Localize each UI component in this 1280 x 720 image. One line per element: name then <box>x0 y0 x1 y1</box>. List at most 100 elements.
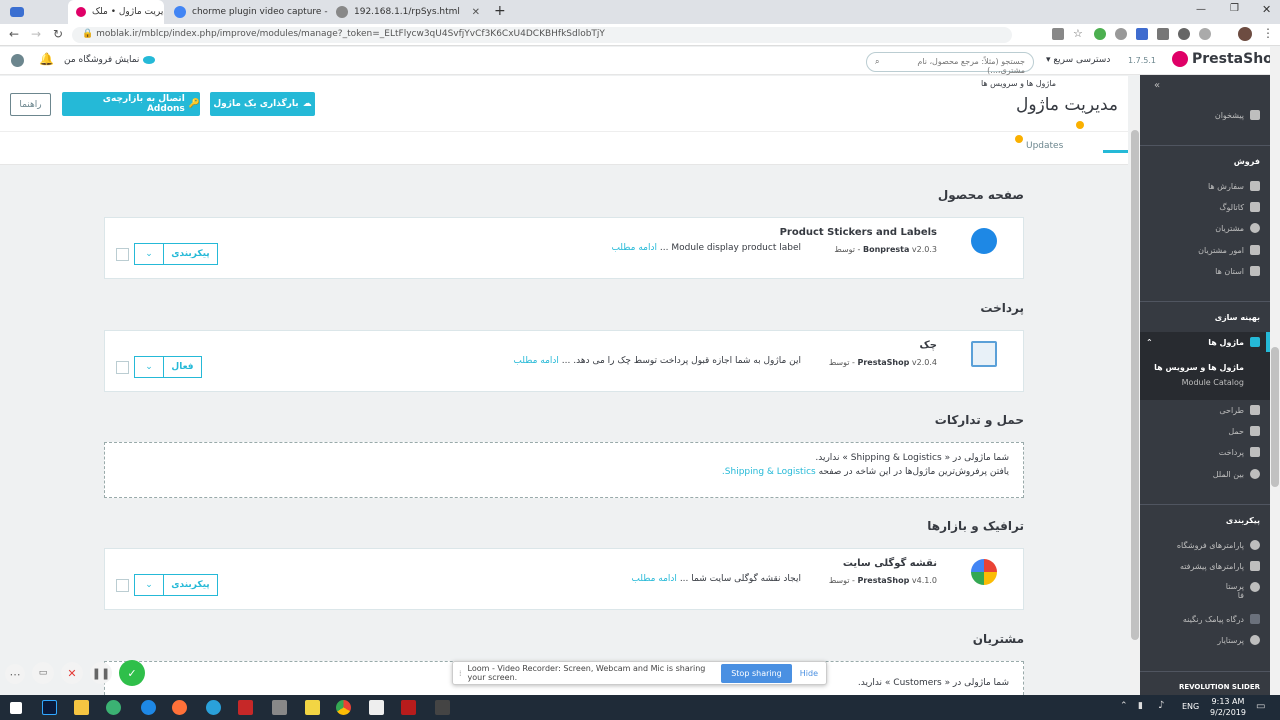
search-icon[interactable]: ⌕ <box>875 57 879 67</box>
app-icon[interactable] <box>272 700 287 715</box>
extension-cloud-icon[interactable] <box>1115 28 1127 40</box>
translate-icon[interactable] <box>1052 28 1064 40</box>
close-tab-icon[interactable]: ✕ <box>472 7 480 18</box>
sidebar-item-customers[interactable]: مشتریان <box>1140 223 1260 233</box>
close-window-icon[interactable]: ✕ <box>1262 3 1271 16</box>
loom-cancel-button[interactable]: ✕ <box>61 662 83 684</box>
sidebar-item-shipping[interactable]: حمل <box>1140 426 1260 436</box>
reload-icon[interactable]: ↻ <box>53 27 63 41</box>
photoshop-icon[interactable] <box>42 700 57 715</box>
collapse-sidebar-icon[interactable]: « <box>1154 80 1160 91</box>
app-icon[interactable] <box>238 700 253 715</box>
user-icon[interactable] <box>11 54 24 67</box>
browser-tab-active[interactable]: مدیریت ماژول • ملک ✕ <box>68 0 164 24</box>
sidebar-item-design[interactable]: طراحی <box>1140 405 1260 415</box>
page-scrollbar-thumb[interactable] <box>1271 347 1279 487</box>
tray-chevron-icon[interactable]: ⌃ <box>1120 701 1128 711</box>
clock[interactable]: 9:13 AM 9/2/2019 <box>1208 696 1248 718</box>
read-more-link[interactable]: ادامه مطلب <box>631 574 677 584</box>
sidebar-item-modules[interactable]: ⌃ ماژول ها <box>1140 337 1260 347</box>
forward-icon[interactable]: → <box>31 27 41 41</box>
notifications-icon[interactable]: ▭ <box>1256 701 1265 712</box>
app-icon[interactable] <box>435 700 450 715</box>
sidebar-item-dashboard[interactable]: پیشخوان <box>1140 110 1260 120</box>
loom-pause-button[interactable]: ❚❚ <box>90 662 112 684</box>
sidebar-item-states[interactable]: استان ها <box>1140 266 1260 276</box>
file-icon[interactable] <box>369 700 384 715</box>
sidebar-item-revolution-slider[interactable]: REVOLUTION SLIDER <box>1179 683 1260 691</box>
browser-tab[interactable]: chorme plugin video capture - G ✕ <box>166 0 328 24</box>
read-more-link[interactable]: ادامه مطلب <box>513 356 559 366</box>
browser-tab[interactable]: 192.168.1.1/rpSys.html ✕ <box>328 0 488 24</box>
firefox-icon[interactable] <box>172 700 187 715</box>
sidebar-item-customer-service[interactable]: امور مشتریان <box>1140 245 1260 255</box>
app-icon[interactable] <box>401 700 416 715</box>
sidebar-item-sms-gateway[interactable]: درگاه پیامک رنگینه <box>1140 614 1260 624</box>
sidebar-subitem-module-catalog[interactable]: Module Catalog <box>1124 378 1244 387</box>
tab-updates[interactable]: Updates <box>1026 141 1063 151</box>
new-tab-button[interactable]: + <box>494 3 506 19</box>
read-more-link[interactable]: ادامه مطلب <box>611 243 657 253</box>
chevron-down-icon[interactable]: ⌄ <box>134 243 164 265</box>
url-input[interactable]: 🔒 moblak.ir/mblcp/index.php/improve/modu… <box>72 27 1012 43</box>
browser-app-icon[interactable] <box>10 7 24 17</box>
back-icon[interactable]: ← <box>9 27 19 41</box>
extension-icon[interactable] <box>1199 28 1211 40</box>
sidebar-item-catalog[interactable]: کاتالوگ <box>1140 202 1260 212</box>
sidebar-item-shop-params[interactable]: پارامترهای فروشگاه <box>1140 540 1260 550</box>
stop-sharing-button[interactable]: Stop sharing <box>721 663 792 683</box>
upload-module-button[interactable]: ☁ بارگذاری یک ماژول <box>210 92 315 116</box>
loom-camera-button[interactable]: ▭ <box>32 662 54 684</box>
loom-menu-button[interactable]: ⋯ <box>5 664 25 684</box>
configure-button[interactable]: پیکربندی <box>164 574 218 596</box>
extension-icon[interactable] <box>1178 28 1190 40</box>
hide-button[interactable]: Hide <box>800 669 818 678</box>
configure-button[interactable]: پیکربندی <box>164 243 218 265</box>
drag-handle-icon[interactable]: ⁞ <box>459 669 462 678</box>
language-indicator[interactable]: ENG <box>1182 702 1199 711</box>
ie-icon[interactable] <box>141 700 156 715</box>
chevron-up-icon[interactable]: ⌃ <box>1146 338 1153 347</box>
chrome-icon[interactable] <box>336 700 351 715</box>
prestashop-logo[interactable]: PrestaShop <box>1172 51 1280 67</box>
notes-icon[interactable] <box>305 700 320 715</box>
network-icon[interactable]: ▮ <box>1138 701 1143 711</box>
enable-button[interactable]: فعال <box>164 356 202 378</box>
module-checkbox[interactable] <box>116 248 129 261</box>
chevron-down-icon[interactable]: ⌄ <box>134 574 164 596</box>
category-link[interactable]: Shipping & Logistics. <box>722 467 816 477</box>
breadcrumb[interactable]: ماژول ها و سرویس ها <box>981 79 1056 88</box>
sidebar-item-payment[interactable]: پرداخت <box>1140 447 1260 457</box>
profile-avatar[interactable] <box>1238 27 1252 41</box>
restore-window-icon[interactable]: ❐ <box>1230 3 1239 14</box>
telegram-icon[interactable] <box>206 700 221 715</box>
sidebar-item-advanced-params[interactable]: پارامترهای پیشرفته <box>1140 561 1260 571</box>
search-input[interactable]: ⌕ جستجو (مثلاً: مرجع محصول، نام مشتری،..… <box>866 52 1034 75</box>
file-explorer-icon[interactable] <box>74 700 89 715</box>
minimize-window-icon[interactable]: — <box>1196 4 1206 15</box>
edge-icon[interactable] <box>106 700 121 715</box>
bell-icon[interactable]: 🔔 <box>39 52 54 66</box>
extension-blue-icon[interactable] <box>1136 28 1148 40</box>
star-icon[interactable]: ☆ <box>1073 28 1085 40</box>
sidebar-item-international[interactable]: بین الملل <box>1140 469 1260 479</box>
windows-start-icon[interactable] <box>10 702 22 714</box>
page-scrollbar[interactable] <box>1270 47 1280 695</box>
module-checkbox[interactable] <box>116 579 129 592</box>
view-shop-link[interactable]: نمایش فروشگاه من <box>64 55 156 65</box>
quick-access-dropdown[interactable]: دسترسی سریع ▾ <box>1046 55 1110 65</box>
module-checkbox[interactable] <box>116 361 129 374</box>
help-button[interactable]: راهنما <box>10 93 51 116</box>
loom-finish-button[interactable]: ✓ <box>119 660 145 686</box>
connect-addons-button[interactable]: 🔑 اتصال به بازارچه‌ی Addons <box>62 92 200 116</box>
sidebar-item-prestayar[interactable]: پرستایار <box>1140 635 1260 645</box>
chevron-down-icon[interactable]: ⌄ <box>134 356 164 378</box>
sidebar-subitem-modules-services[interactable]: ماژول ها و سرویس ها <box>1124 363 1244 372</box>
tab-active-underline[interactable] <box>1103 150 1128 153</box>
extension-icon[interactable] <box>1157 28 1169 40</box>
sidebar-item-prestafa[interactable]: پرستا فا <box>1140 582 1260 600</box>
browser-menu-icon[interactable]: ⋮ <box>1262 26 1274 40</box>
sidebar-item-orders[interactable]: سفارش ها <box>1140 181 1260 191</box>
volume-icon[interactable]: ♪ <box>1158 700 1164 711</box>
extension-green-icon[interactable] <box>1094 28 1106 40</box>
